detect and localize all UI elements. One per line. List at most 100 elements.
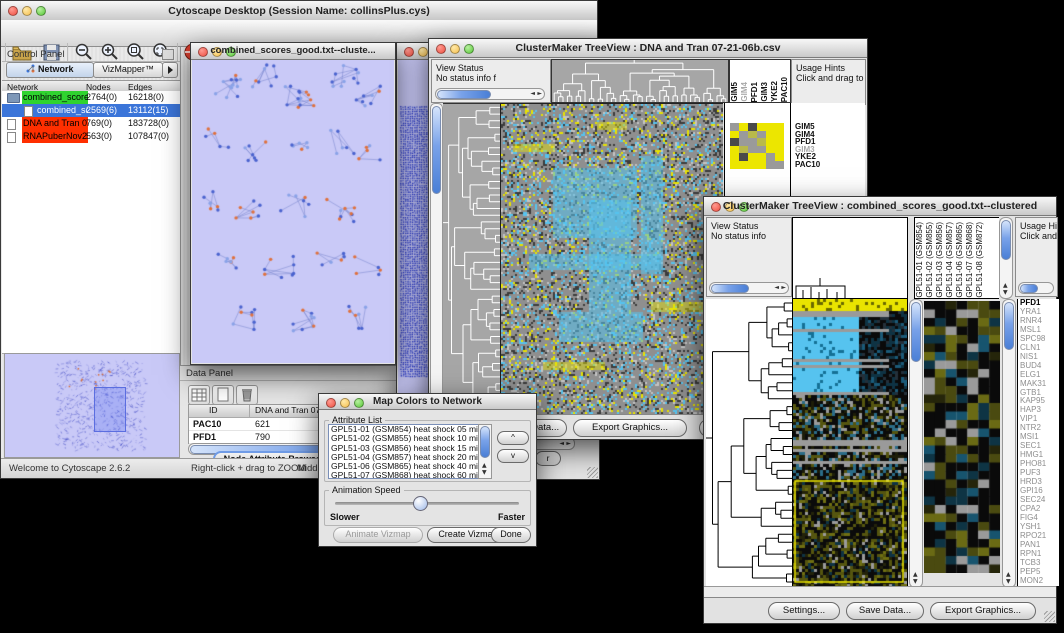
heatmap-cell[interactable]	[775, 146, 784, 154]
tab-overflow-arrow[interactable]	[162, 62, 178, 78]
column-label[interactable]: GPL51-08 (GSM872)	[975, 222, 985, 298]
attribute-list-vscrollbar[interactable]: ▲▼	[478, 424, 492, 479]
minimize-icon[interactable]	[418, 47, 428, 57]
heatmap-cell[interactable]	[766, 153, 775, 161]
network-list-row[interactable]: combined_sco2569(6)13112(15)	[2, 104, 180, 117]
export-graphics-button[interactable]: Export Graphics...	[573, 419, 687, 437]
heatmap-cell[interactable]	[757, 123, 766, 131]
save-data-button[interactable]: Save Data...	[846, 602, 924, 620]
tv2-row-dendrogram[interactable]	[706, 299, 792, 586]
heatmap-cell[interactable]	[766, 146, 775, 154]
heatmap-cell[interactable]	[748, 131, 757, 139]
net2-fragment-button[interactable]: r	[535, 451, 561, 466]
heatmap-cell[interactable]	[766, 131, 775, 139]
heatmap-cell[interactable]	[748, 138, 757, 146]
tab-network[interactable]: Network	[6, 62, 94, 78]
heatmap-cell[interactable]	[739, 131, 748, 139]
heatmap-cell[interactable]	[757, 138, 766, 146]
column-label[interactable]: GPL51-07 (GSM868)	[965, 222, 975, 298]
tv1-column-dendrogram[interactable]	[551, 59, 729, 103]
heatmap-cell[interactable]	[730, 123, 739, 131]
tv2-title-bar[interactable]: ClusterMaker TreeView : combined_scores_…	[704, 197, 1056, 216]
tv1-title-bar[interactable]: ClusterMaker TreeView : DNA and Tran 07-…	[429, 39, 867, 58]
net1-title-bar[interactable]: combined_scores_good.txt--cluste...	[191, 43, 395, 60]
column-label[interactable]: GPL51-04 (GSM857)	[945, 222, 955, 298]
heatmap-cell[interactable]	[739, 161, 748, 169]
column-label[interactable]: PAC10	[780, 77, 790, 102]
heatmap-cell[interactable]	[739, 138, 748, 146]
overview-canvas[interactable]	[5, 354, 177, 455]
column-label[interactable]: GPL51-01 (GSM854)	[915, 222, 925, 298]
tv1-heatmap[interactable]	[500, 103, 723, 415]
heatmap-cell[interactable]	[766, 123, 775, 131]
attribute-list-item[interactable]: GPL51-07 (GSM868) heat shock 60 min	[329, 471, 479, 479]
heatmap-cell[interactable]	[748, 123, 757, 131]
main-title-bar[interactable]: Cytoscape Desktop (Session Name: collins…	[1, 1, 597, 21]
animate-vizmap-button[interactable]: Animate Vizmap	[333, 527, 423, 543]
heatmap-cell[interactable]	[739, 123, 748, 131]
heatmap-cell[interactable]	[757, 161, 766, 169]
tv2-status-hscrollbar[interactable]: ◄►	[709, 282, 789, 294]
new-attribute-icon[interactable]	[212, 385, 234, 405]
overview-viewport-rect[interactable]	[94, 387, 126, 432]
tv2-zoom-vscrollbar[interactable]: ▲▼	[1002, 299, 1016, 588]
export-graphics-button[interactable]: Export Graphics...	[930, 602, 1036, 620]
tv2-column-dendrogram-panel[interactable]	[792, 217, 908, 299]
heatmap-cell[interactable]	[766, 161, 775, 169]
delete-attribute-icon[interactable]	[236, 385, 258, 405]
heatmap-cell[interactable]	[739, 146, 748, 154]
heatmap-cell[interactable]	[775, 123, 784, 131]
done-button[interactable]: Done	[491, 527, 531, 543]
column-label[interactable]: YKE2	[770, 81, 780, 102]
column-label[interactable]: PFD1	[750, 82, 760, 102]
attribute-table-icon[interactable]	[188, 385, 210, 405]
tv1-zoom-heatmap[interactable]	[730, 123, 784, 169]
settings-button[interactable]: Settings...	[768, 602, 840, 620]
heatmap-cell[interactable]	[757, 131, 766, 139]
tv1-status-hscrollbar[interactable]: ◄►	[435, 88, 545, 100]
column-label[interactable]: GIM3	[760, 82, 770, 102]
column-label[interactable]: GPL51-03 (GSM856)	[935, 222, 945, 298]
heatmap-cell[interactable]	[730, 161, 739, 169]
row-label[interactable]: PAC10	[795, 161, 820, 169]
resize-grip[interactable]	[1044, 611, 1055, 622]
heatmap-cell[interactable]	[748, 161, 757, 169]
move-up-button[interactable]: ^	[497, 431, 529, 445]
network-list-row[interactable]: DNA and Tran 07769(0)183728(0)	[2, 117, 180, 130]
heatmap-cell[interactable]	[739, 153, 748, 161]
network-canvas-1[interactable]	[192, 60, 394, 363]
col-id[interactable]: ID	[209, 405, 218, 415]
gene-label[interactable]: MON2	[1020, 577, 1059, 586]
tv1-global-vscrollbar[interactable]: ▲▼	[430, 103, 443, 417]
tab-vizmapper[interactable]: VizMapper™	[93, 62, 163, 78]
network-list-row[interactable]: combined_scores2764(0)16218(0)	[2, 91, 180, 104]
tv1-zoom-row-labels[interactable]: GIM5GIM4PFD1GIM3YKE2PAC10	[795, 123, 820, 169]
tv2-zoom-heatmap[interactable]	[924, 301, 1000, 573]
heatmap-cell[interactable]	[775, 161, 784, 169]
move-down-button[interactable]: v	[497, 449, 529, 463]
column-label[interactable]: GPL51-02 (GSM855)	[925, 222, 935, 298]
heatmap-cell[interactable]	[757, 153, 766, 161]
tv2-heatmap-vscrollbar[interactable]: ▲▼	[909, 299, 923, 588]
network-list-row[interactable]: RNAPuberNov2+563(0)107847(0)	[2, 130, 180, 143]
heatmap-cell[interactable]	[766, 138, 775, 146]
column-label[interactable]: GIM4	[740, 82, 750, 102]
float-panel-icon[interactable]	[162, 49, 174, 60]
tv2-heatmap[interactable]	[792, 299, 908, 586]
column-label[interactable]: GPL51-06 (GSM865)	[955, 222, 965, 298]
tv2-usage-hscrollbar[interactable]	[1018, 282, 1054, 294]
heatmap-cell[interactable]	[730, 131, 739, 139]
heatmap-cell[interactable]	[730, 138, 739, 146]
resize-grip[interactable]	[587, 467, 598, 478]
column-label[interactable]: GIM5	[730, 82, 740, 102]
tv1-row-dendrogram[interactable]	[443, 103, 500, 414]
tv2-collabel-vscrollbar[interactable]: ▲▼	[999, 217, 1013, 299]
heatmap-cell[interactable]	[775, 131, 784, 139]
heatmap-cell[interactable]	[775, 138, 784, 146]
close-icon[interactable]	[404, 47, 414, 57]
attribute-listbox[interactable]: GPL51-01 (GSM854) heat shock 05 minGPL51…	[328, 424, 480, 479]
heatmap-cell[interactable]	[757, 146, 766, 154]
heatmap-cell[interactable]	[748, 153, 757, 161]
dialog-title-bar[interactable]: Map Colors to Network	[319, 394, 536, 410]
heatmap-cell[interactable]	[730, 153, 739, 161]
